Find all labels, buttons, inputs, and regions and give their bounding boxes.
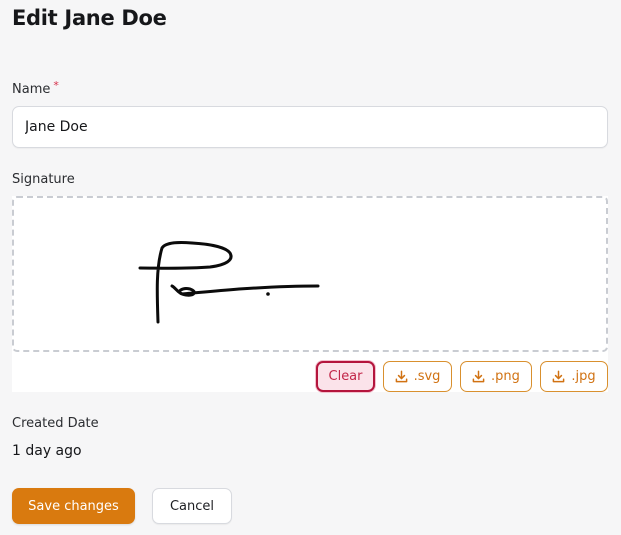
download-svg-label: .svg (413, 369, 441, 384)
download-jpg-button[interactable]: .jpg (540, 361, 608, 392)
download-png-label: .png (491, 369, 520, 384)
download-icon (472, 370, 485, 383)
download-svg-button[interactable]: .svg (383, 361, 452, 392)
name-label: Name * (12, 79, 59, 97)
cancel-label: Cancel (169, 498, 215, 514)
created-date-value: 1 day ago (12, 443, 82, 459)
signature-panel: Clear .svg .png .jpg (12, 196, 608, 392)
download-icon (553, 370, 565, 383)
signature-label: Signature (12, 172, 75, 187)
page-title: Edit Jane Doe (12, 6, 167, 30)
required-indicator: * (53, 79, 59, 92)
download-png-button[interactable]: .png (460, 361, 532, 392)
clear-signature-button[interactable]: Clear (316, 361, 375, 392)
signature-pad[interactable] (12, 196, 608, 352)
signature-drawing (138, 241, 320, 324)
save-changes-button[interactable]: Save changes (12, 488, 135, 524)
clear-label: Clear (328, 369, 363, 384)
download-jpg-label: .jpg (571, 369, 596, 384)
created-date-label: Created Date (12, 416, 99, 431)
name-input[interactable] (12, 106, 608, 148)
cancel-button[interactable]: Cancel (152, 488, 232, 524)
name-label-text: Name (12, 82, 51, 97)
save-label: Save changes (28, 498, 119, 514)
download-icon (395, 370, 407, 383)
